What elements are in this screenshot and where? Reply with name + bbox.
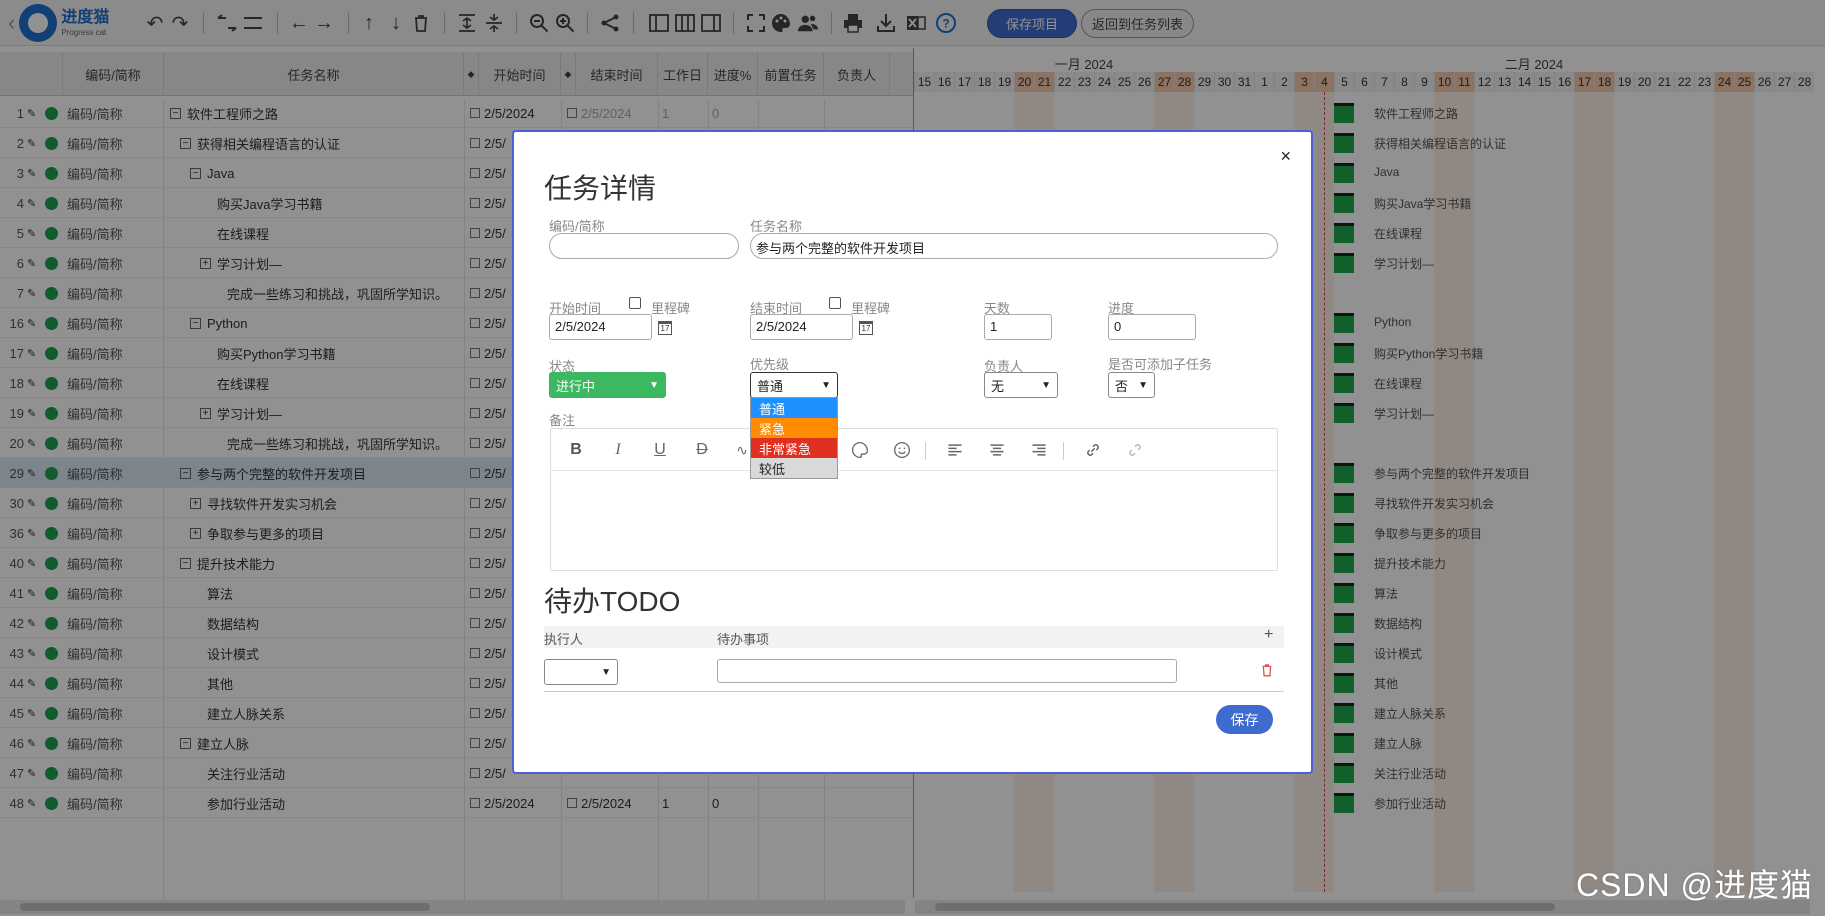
start-milestone-checkbox[interactable] (629, 297, 641, 309)
chevron-down-icon: ▼ (601, 666, 611, 678)
bold-icon[interactable]: B (565, 439, 587, 461)
progress-input[interactable]: 0 (1108, 314, 1196, 340)
start-milestone-label: 里程碑 (651, 301, 691, 316)
palette-icon[interactable] (849, 439, 871, 461)
start-date-input[interactable]: 2/5/2024 (549, 314, 652, 340)
todo-executor-header: 执行人 (544, 632, 584, 647)
align-center-icon[interactable] (986, 439, 1008, 461)
todo-item-input[interactable] (717, 659, 1177, 683)
unlink-icon[interactable] (1124, 439, 1146, 461)
watermark: CSDN @进度猫 (1575, 867, 1813, 903)
subtask-select[interactable]: 否 ▼ (1108, 372, 1155, 398)
days-input[interactable]: 1 (984, 314, 1052, 340)
priority-option[interactable]: 非常紧急 (751, 438, 837, 458)
code-input[interactable] (549, 233, 739, 259)
calendar-icon[interactable]: 17 (658, 321, 672, 335)
notes-label: 备注 (549, 413, 576, 428)
end-milestone-checkbox[interactable] (829, 297, 841, 309)
todo-header: 执行人 待办事项 + (544, 626, 1284, 648)
task-detail-dialog: × 任务详情 编码/简称 任务名称 参与两个完整的软件开发项目 开始时间 里程碑… (512, 130, 1313, 774)
priority-select[interactable]: 普通 ▼ (750, 372, 838, 398)
chevron-down-icon: ▼ (821, 379, 831, 391)
save-button[interactable]: 保存 (1216, 705, 1273, 734)
priority-option[interactable]: 紧急 (751, 418, 837, 438)
priority-label: 优先级 (750, 357, 790, 372)
emoji-icon[interactable] (891, 439, 913, 461)
link-icon[interactable] (1082, 439, 1104, 461)
dialog-title: 任务详情 (544, 173, 657, 204)
todo-executor-select[interactable]: ▼ (544, 659, 618, 685)
status-select[interactable]: 进行中 ▼ (549, 372, 666, 398)
chevron-down-icon: ▼ (1138, 379, 1148, 391)
strikethrough-icon[interactable]: D (691, 439, 713, 461)
priority-option[interactable]: 普通 (751, 398, 837, 418)
task-name-input[interactable]: 参与两个完整的软件开发项目 (750, 233, 1278, 259)
todo-section-title: 待办TODO (544, 586, 681, 617)
todo-row: ▼ (544, 652, 1284, 692)
align-left-icon[interactable] (944, 439, 966, 461)
close-icon[interactable]: × (1280, 146, 1291, 167)
trash-icon[interactable] (1259, 662, 1275, 681)
chevron-down-icon: ▼ (649, 379, 659, 391)
italic-icon[interactable]: I (607, 439, 629, 461)
notes-editor[interactable]: B I U D ∿ (550, 428, 1278, 571)
align-right-icon[interactable] (1028, 439, 1050, 461)
todo-item-header: 待办事项 (717, 632, 770, 647)
underline-icon[interactable]: U (649, 439, 671, 461)
end-date-input[interactable]: 2/5/2024 (750, 314, 853, 340)
add-todo-icon[interactable]: + (1264, 626, 1273, 644)
owner-select[interactable]: 无 ▼ (984, 372, 1058, 398)
subtask-label: 是否可添加子任务 (1108, 357, 1213, 372)
chevron-down-icon: ▼ (1041, 379, 1051, 391)
editor-toolbar: B I U D ∿ (551, 429, 1277, 471)
priority-option[interactable]: 较低 (751, 458, 837, 478)
calendar-icon[interactable]: 17 (859, 321, 873, 335)
priority-dropdown-list: 普通 紧急 非常紧急 较低 (750, 397, 838, 479)
end-milestone-label: 里程碑 (851, 301, 891, 316)
